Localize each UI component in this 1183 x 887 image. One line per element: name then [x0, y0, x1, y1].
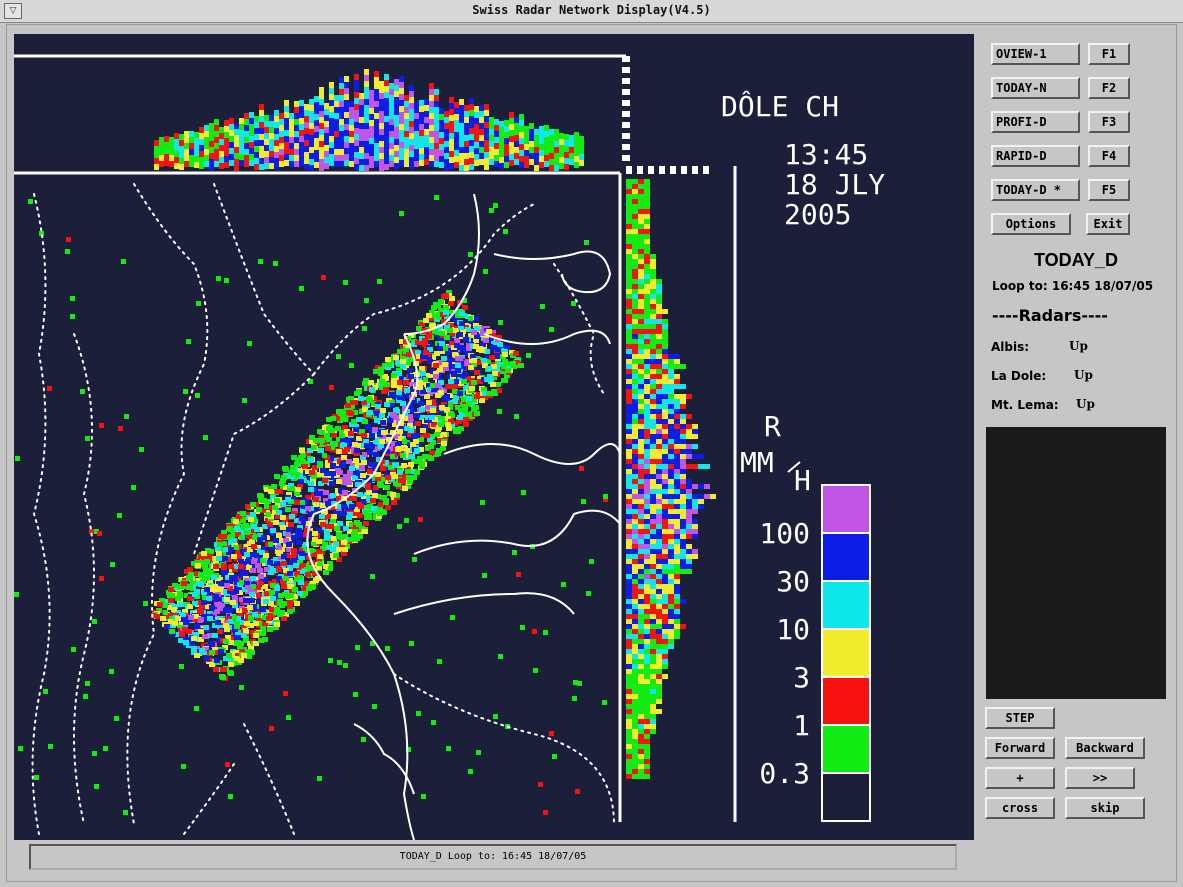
radar-date: 18 JLY	[784, 168, 885, 201]
legend-swatch-0	[821, 484, 871, 534]
title-bar: ▽ Swiss Radar Network Display(V4.5)	[0, 0, 1183, 23]
backward-button[interactable]: Backward	[1065, 737, 1145, 759]
precipitation-echoes	[14, 69, 716, 815]
legend-level-2: 10	[776, 613, 810, 646]
unit-r: R	[764, 410, 781, 443]
today-n-button[interactable]: TODAY-N	[991, 77, 1080, 99]
radars-header: ----Radars----	[992, 306, 1108, 325]
legend-swatch-5	[821, 724, 871, 774]
legend-swatch-4	[821, 676, 871, 726]
radar-state-mt-lema: Up	[1076, 397, 1095, 411]
radar-header-text: DÔLE CH 13:45 18 JLY 2005 R MM H	[721, 89, 885, 497]
exit-button[interactable]: Exit	[1086, 213, 1130, 235]
legend-swatch-1	[821, 532, 871, 582]
f2-key-button[interactable]: F2	[1088, 77, 1130, 99]
f5-key-button[interactable]: F5	[1088, 179, 1130, 201]
legend-level-3: 3	[793, 661, 810, 694]
loop-to-label: Loop to: 16:45 18/07/05	[992, 279, 1154, 293]
radar-name-albis: Albis:	[991, 340, 1030, 354]
unit-mm: MM	[740, 446, 774, 479]
f3-key-button[interactable]: F3	[1088, 111, 1130, 133]
radar-name-mt-lema: Mt. Lema:	[991, 398, 1059, 412]
radar-state-albis: Up	[1069, 339, 1088, 353]
legend-level-0: 100	[759, 517, 810, 550]
station-name: DÔLE CH	[721, 89, 839, 123]
legend-level-1: 30	[776, 565, 810, 598]
radar-year: 2005	[784, 198, 851, 231]
legend-level-5: 0.3	[759, 757, 810, 790]
step-button[interactable]: STEP	[985, 707, 1055, 729]
today-d-button[interactable]: TODAY-D *	[991, 179, 1080, 201]
preview-panel	[986, 427, 1166, 699]
window-title: Swiss Radar Network Display(V4.5)	[472, 3, 711, 17]
radar-display[interactable]: DÔLE CH 13:45 18 JLY 2005 R MM H 100 30 10…	[14, 34, 974, 840]
status-bar: TODAY_D Loop to: 16:45 18/07/05	[29, 844, 957, 870]
radar-canvas: DÔLE CH 13:45 18 JLY 2005 R MM H 1003010…	[14, 54, 885, 840]
legend-level-4: 1	[793, 709, 810, 742]
f4-key-button[interactable]: F4	[1088, 145, 1130, 167]
unit-h: H	[794, 464, 811, 497]
f1-key-button[interactable]: F1	[1088, 43, 1130, 65]
rapid-d-button[interactable]: RAPID-D	[991, 145, 1080, 167]
radar-name-la-dole: La Dole:	[991, 369, 1047, 383]
fast-forward-button[interactable]: >>	[1065, 767, 1135, 789]
rain-rate-legend: 100 30 10 3 1 0.3	[759, 484, 871, 822]
plus-button[interactable]: +	[985, 767, 1055, 789]
forward-button[interactable]: Forward	[985, 737, 1055, 759]
legend-swatch-6	[821, 772, 871, 822]
skip-button[interactable]: skip	[1065, 797, 1145, 819]
profi-d-button[interactable]: PROFI-D	[991, 111, 1080, 133]
radar-state-la-dole: Up	[1074, 368, 1093, 382]
current-product-label: TODAY_D	[1033, 250, 1119, 270]
cross-button[interactable]: cross	[985, 797, 1055, 819]
oview-1-button[interactable]: OVIEW-1	[991, 43, 1080, 65]
options-button[interactable]: Options	[991, 213, 1071, 235]
legend-swatch-2	[821, 580, 871, 630]
radar-time: 13:45	[784, 138, 868, 171]
legend-swatch-3	[821, 628, 871, 678]
